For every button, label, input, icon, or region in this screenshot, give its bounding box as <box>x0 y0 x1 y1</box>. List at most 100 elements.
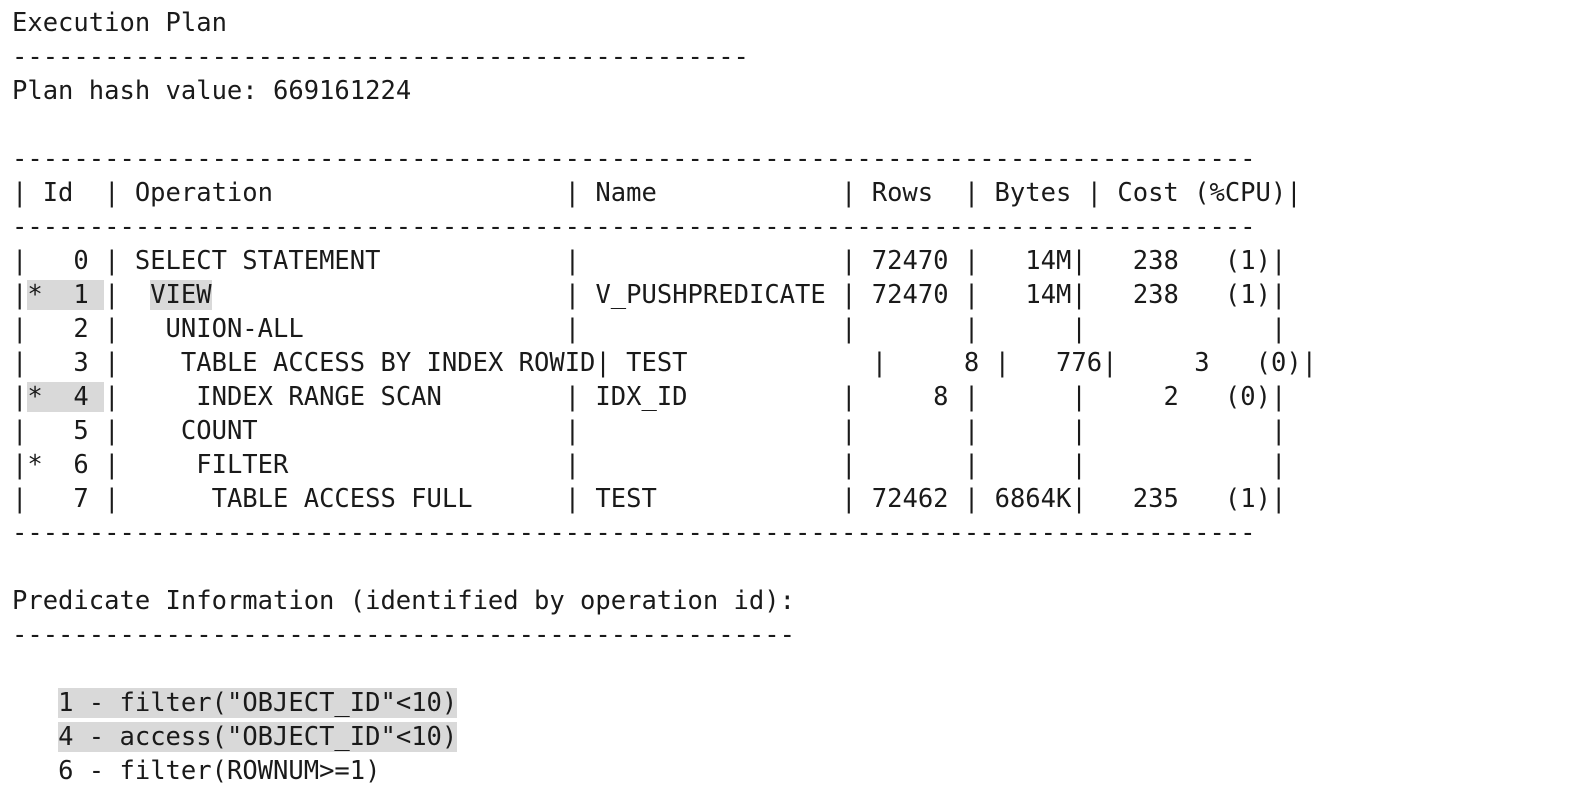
row-1-operation: VIEW <box>150 280 212 310</box>
row-4-cost: 2 (0) <box>1086 382 1271 412</box>
predicate-entry-6-sep2 <box>104 756 119 786</box>
title-line: Execution Plan <box>12 6 1317 40</box>
row-0-bytes: 14M <box>979 246 1072 276</box>
row-3-rows: 8 <box>887 348 995 378</box>
title-rule: ----------------------------------------… <box>12 42 749 72</box>
table-rule-mid: ----------------------------------------… <box>12 210 1317 244</box>
execution-plan-output: Execution Plan --------------------------… <box>0 0 1572 796</box>
row-0: | 0 | SELECT STATEMENT | | 72470 | 14M| … <box>12 246 1287 276</box>
row-4: |* 4 | INDEX RANGE SCAN | IDX_ID | 8 | |… <box>12 382 1287 412</box>
row-2-cost <box>1087 314 1271 344</box>
predicate-entry-1-dash: - <box>88 688 105 718</box>
row-3-idcell: | 3 <box>12 348 105 378</box>
predicate-entry-6-dash: - <box>88 756 105 786</box>
row-3: | 3 | TABLE ACCESS BY INDEX ROWID| TEST … <box>12 348 1318 378</box>
row-7-idcell: | 7 <box>12 484 105 514</box>
row-5-operation: COUNT <box>119 416 565 446</box>
predicate-rule: ----------------------------------------… <box>12 620 795 650</box>
row-5-bytes <box>979 416 1071 446</box>
predicate-entry: 1 - filter("OBJECT_ID"<10) <box>12 686 1317 720</box>
row-7-bytes: 6864K <box>979 484 1072 514</box>
predicate-entry-6-id: 6 <box>58 756 74 786</box>
row-0-idcell: | 0 <box>12 246 105 276</box>
predicate-entry-4-sep2 <box>104 722 119 752</box>
row-6-bytes <box>979 450 1071 480</box>
row-0-operation: SELECT STATEMENT <box>119 246 565 276</box>
row-6-idcell: |* 6 <box>12 450 105 480</box>
predicate-heading-line: Predicate Information (identified by ope… <box>12 584 1317 618</box>
predicate-entry-6-sep <box>73 756 88 786</box>
table-row: |* 1 | VIEW | V_PUSHPREDICATE | 72470 | … <box>12 278 1317 312</box>
table-rule-bottom: ----------------------------------------… <box>12 516 1317 550</box>
table-row: |* 6 | FILTER | | | | | <box>12 448 1317 482</box>
predicate-entry-1-sep <box>73 688 88 718</box>
plan-hash-value: 669161224 <box>273 76 412 106</box>
predicate-entry-1-text: filter("OBJECT_ID"<10) <box>119 688 458 718</box>
row-0-name <box>580 246 841 276</box>
row-7-rows: 72462 <box>856 484 964 514</box>
row-7: | 7 | TABLE ACCESS FULL | TEST | 72462 |… <box>12 484 1287 514</box>
table-rule-bottom-text: ----------------------------------------… <box>12 518 1256 548</box>
predicate-rule-line: ----------------------------------------… <box>12 618 1317 652</box>
row-4-bytes <box>979 382 1071 412</box>
row-2-name <box>580 314 841 344</box>
row-4-name: IDX_ID <box>580 382 842 412</box>
plan-hash-label: Plan hash value: <box>12 76 258 106</box>
row-1: |* 1 | VIEW | V_PUSHPREDICATE | 72470 | … <box>12 280 1287 310</box>
row-5-idcell: | 5 <box>12 416 105 446</box>
table-header-line: | Id | Operation | Name | Rows | Bytes |… <box>12 176 1317 210</box>
table-rule-top-text: ----------------------------------------… <box>12 144 1256 174</box>
row-3-name: TEST <box>610 348 872 378</box>
table-row: | 5 | COUNT | | | | | <box>12 414 1317 448</box>
row-1-cost: 238 (1) <box>1086 280 1271 310</box>
row-0-cost: 238 (1) <box>1086 246 1271 276</box>
row-6-cost <box>1087 450 1271 480</box>
predicate-indent-2 <box>12 722 58 752</box>
predicate-indent-1 <box>12 688 58 718</box>
spacer-line-3 <box>12 652 1317 686</box>
predicate-entry: 4 - access("OBJECT_ID"<10) <box>12 720 1317 754</box>
predicate-indent-3 <box>12 756 58 786</box>
row-4-rows: 8 <box>856 382 964 412</box>
row-1-rows: 72470 <box>856 280 964 310</box>
row-3-operation: TABLE ACCESS BY INDEX ROWID <box>119 348 596 378</box>
title-rule-line: ----------------------------------------… <box>12 40 1317 74</box>
row-2-operation: UNION-ALL <box>119 314 565 344</box>
row-7-name: TEST <box>580 484 842 514</box>
predicate-entry-1: 1 - filter("OBJECT_ID"<10) <box>58 688 458 718</box>
predicate-entry-6-text: filter(ROWNUM>=1) <box>119 756 381 786</box>
table-rule-top: ----------------------------------------… <box>12 142 1317 176</box>
row-4-idcell: * 4 <box>27 382 105 412</box>
row-5-name <box>580 416 841 446</box>
row-1-op-pre <box>119 280 150 310</box>
row-3-bytes: 776 <box>1009 348 1103 378</box>
plan-text-block: Execution Plan --------------------------… <box>12 6 1317 788</box>
predicate-entry-4-id: 4 <box>58 722 74 752</box>
predicate-entry-1-sep2 <box>104 688 119 718</box>
predicate-heading: Predicate Information (identified by ope… <box>12 586 795 616</box>
predicate-entry-6: 6 - filter(ROWNUM>=1) <box>58 756 380 786</box>
predicate-entry-4-sep <box>73 722 88 752</box>
row-1-op-post <box>212 280 565 310</box>
table-row: | 3 | TABLE ACCESS BY INDEX ROWID| TEST … <box>12 346 1317 380</box>
predicate-entry-4: 4 - access("OBJECT_ID"<10) <box>58 722 458 752</box>
row-2-rows <box>856 314 963 344</box>
spacer-line-1 <box>12 108 1317 142</box>
row-2-idcell: | 2 <box>12 314 105 344</box>
row-6: |* 6 | FILTER | | | | | <box>12 450 1287 480</box>
table-rule-mid-text: ----------------------------------------… <box>12 212 1256 242</box>
row-5-cost <box>1087 416 1271 446</box>
table-header-text: | Id | Operation | Name | Rows | Bytes |… <box>12 178 1302 208</box>
row-6-name <box>580 450 841 480</box>
row-7-cost: 235 (1) <box>1086 484 1271 514</box>
predicate-entry-4-text: access("OBJECT_ID"<10) <box>119 722 458 752</box>
row-0-rows: 72470 <box>856 246 964 276</box>
table-row: | 0 | SELECT STATEMENT | | 72470 | 14M| … <box>12 244 1317 278</box>
row-2: | 2 | UNION-ALL | | | | | <box>12 314 1287 344</box>
spacer-line-2 <box>12 550 1317 584</box>
row-6-rows <box>856 450 963 480</box>
plan-hash-space <box>258 76 273 106</box>
page-title: Execution Plan <box>12 8 227 38</box>
plan-hash-line: Plan hash value: 669161224 <box>12 74 1317 108</box>
row-6-operation: FILTER <box>119 450 565 480</box>
